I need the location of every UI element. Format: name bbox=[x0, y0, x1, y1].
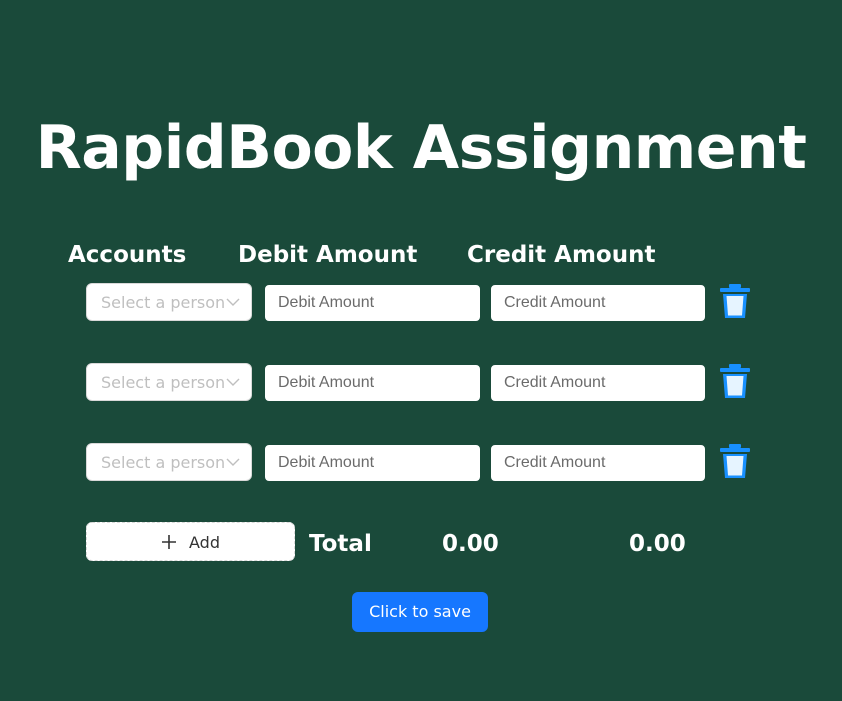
credit-amount-input[interactable] bbox=[491, 445, 705, 481]
add-button-label: Add bbox=[189, 533, 220, 552]
debit-amount-input[interactable] bbox=[265, 285, 480, 321]
account-select[interactable]: Select a person bbox=[86, 443, 252, 481]
account-select[interactable]: Select a person bbox=[86, 363, 252, 401]
account-select[interactable]: Select a person bbox=[86, 283, 252, 321]
trash-icon[interactable] bbox=[718, 283, 752, 319]
entry-row: Select a person bbox=[0, 443, 842, 483]
chevron-down-icon bbox=[226, 378, 240, 386]
trash-icon[interactable] bbox=[718, 363, 752, 399]
chevron-down-icon bbox=[226, 298, 240, 306]
credit-amount-header: Credit Amount bbox=[467, 242, 656, 268]
entry-row: Select a person bbox=[0, 283, 842, 323]
plus-icon bbox=[162, 535, 176, 549]
total-credit-value: 0.00 bbox=[629, 531, 686, 557]
add-row-button[interactable]: Add bbox=[86, 522, 295, 561]
save-button[interactable]: Click to save bbox=[352, 592, 488, 632]
debit-amount-input[interactable] bbox=[265, 445, 480, 481]
total-label: Total bbox=[309, 531, 372, 557]
accounts-header: Accounts bbox=[68, 242, 187, 268]
debit-amount-input[interactable] bbox=[265, 365, 480, 401]
credit-amount-input[interactable] bbox=[491, 365, 705, 401]
chevron-down-icon bbox=[226, 458, 240, 466]
account-select-placeholder: Select a person bbox=[101, 293, 226, 312]
credit-amount-input[interactable] bbox=[491, 285, 705, 321]
total-debit-value: 0.00 bbox=[442, 531, 499, 557]
trash-icon[interactable] bbox=[718, 443, 752, 479]
debit-amount-header: Debit Amount bbox=[238, 242, 418, 268]
account-select-placeholder: Select a person bbox=[101, 373, 226, 392]
page-title: RapidBook Assignment bbox=[35, 113, 807, 183]
account-select-placeholder: Select a person bbox=[101, 453, 226, 472]
entry-row: Select a person bbox=[0, 363, 842, 403]
